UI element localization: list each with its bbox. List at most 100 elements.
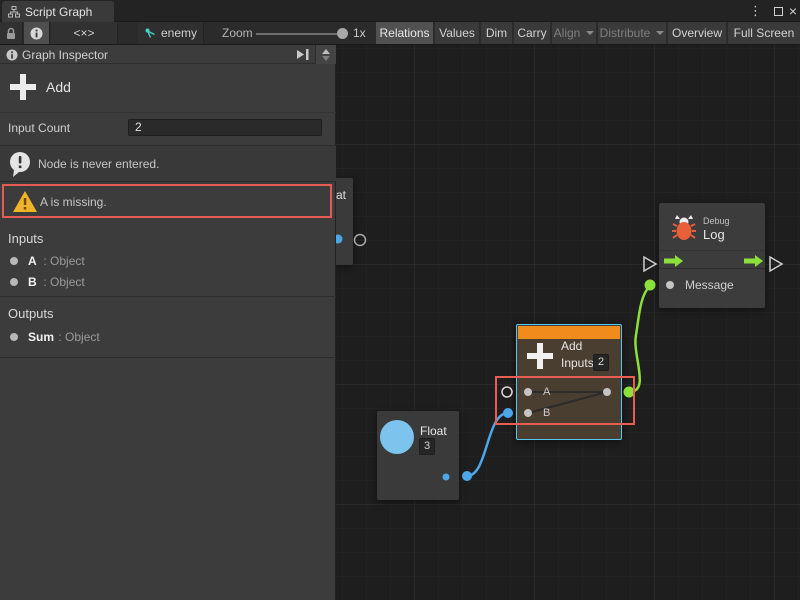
add-node-subtitle: Inputs (561, 356, 594, 370)
info-message-box: Node is never entered. (0, 145, 336, 182)
port-type-name: Object (50, 275, 85, 289)
wire-end-dot-debug[interactable] (645, 280, 656, 291)
values-label: Values (439, 26, 475, 40)
maximize-icon (774, 7, 783, 16)
overview-label: Overview (672, 26, 722, 40)
values-button[interactable]: Values (435, 22, 479, 44)
input-count-row: Input Count 2 (0, 119, 336, 137)
add-node-icon (10, 74, 36, 100)
partial-float-node[interactable]: at (336, 178, 353, 265)
port-type: : Object (55, 330, 100, 344)
graph-tab-icon (8, 6, 20, 18)
port-type-name: Object (50, 254, 85, 268)
distribute-label: Distribute (600, 26, 651, 40)
close-button[interactable]: × (789, 0, 797, 22)
port-type-name: Object (65, 330, 100, 344)
input-port-row-a: A : Object (0, 252, 336, 270)
maximize-button[interactable] (774, 0, 783, 22)
port-label-a: A (543, 386, 550, 398)
graph-inspector-panel: Graph Inspector Add Input Count 2 (0, 45, 336, 600)
zoom-slider-track[interactable] (256, 33, 344, 35)
warning-triangle-icon (12, 190, 38, 214)
tab-script-graph[interactable]: Script Graph (2, 1, 114, 22)
output-port-sum[interactable] (603, 388, 611, 396)
edit-script-button[interactable]: <×> (51, 22, 118, 44)
wire-start-dot[interactable] (462, 471, 472, 481)
float-value-badge[interactable]: 3 (419, 438, 435, 455)
panel-spinner[interactable] (315, 45, 336, 64)
dim-button[interactable]: Dim (481, 22, 512, 44)
port-name: Sum (28, 330, 54, 344)
toolbar: <×> enemy Zoom 1x Relations Values Dim C… (0, 22, 800, 45)
relations-label: Relations (379, 26, 429, 40)
zoom-label: Zoom (222, 22, 253, 44)
float-node-title: Float (420, 424, 447, 438)
flow-wire-add-to-debug[interactable] (629, 286, 650, 392)
window-menu-button[interactable]: ⋮ (749, 0, 762, 22)
tab-title: Script Graph (25, 5, 92, 19)
spin-up-icon (322, 49, 330, 54)
input-port-b[interactable] (524, 409, 532, 417)
dock-panel-icon[interactable] (296, 48, 310, 61)
port-name: B (28, 275, 37, 289)
inspector-toggle-button[interactable] (24, 22, 50, 44)
chevron-down-icon (586, 31, 594, 35)
relations-button[interactable]: Relations (376, 22, 433, 44)
value-wire-float-to-b[interactable] (467, 413, 508, 476)
zoom-slider-handle[interactable] (337, 28, 348, 39)
info-message: Node is never entered. (38, 157, 159, 171)
spin-down-icon (322, 56, 330, 61)
flow-out-arrow-icon[interactable] (744, 255, 763, 267)
message-port[interactable] (666, 281, 674, 289)
fullscreen-button[interactable]: Full Screen (728, 22, 800, 44)
distribute-dropdown[interactable]: Distribute (598, 22, 666, 44)
input-port-a[interactable] (524, 388, 532, 396)
flow-entry-triangle-icon (644, 257, 656, 271)
add-icon (527, 343, 553, 369)
port-separator: : (40, 254, 50, 268)
port-type: : Object (40, 275, 85, 289)
add-node-selected[interactable]: Add Inputs 2 A B (516, 324, 622, 440)
debug-log-node[interactable]: Debug Log Message (659, 203, 765, 308)
section-divider (0, 296, 336, 297)
unity-script-graph-window: Script Graph ⋮ × <×> (0, 0, 800, 600)
port-name: A (28, 254, 37, 268)
add-input-count-badge[interactable]: 2 (593, 354, 609, 371)
graph-reference-icon (144, 27, 157, 40)
input-port-row-b: B : Object (0, 273, 336, 291)
speech-bubble-exclamation-icon (8, 151, 35, 178)
inputs-heading: Inputs (8, 231, 43, 246)
warning-message: A is missing. (40, 195, 107, 209)
carry-button[interactable]: Carry (514, 22, 550, 44)
graph-name-label: enemy (161, 26, 197, 40)
add-node-title: Add (561, 339, 582, 353)
float-node[interactable]: Float 3 (377, 411, 459, 500)
flow-in-arrow-icon[interactable] (664, 255, 683, 267)
message-port-label: Message (685, 278, 734, 292)
align-dropdown[interactable]: Align (552, 22, 596, 44)
fullscreen-label: Full Screen (734, 26, 795, 40)
info-icon (30, 27, 43, 40)
output-port-row-sum: Sum : Object (0, 328, 336, 346)
overview-button[interactable]: Overview (668, 22, 726, 44)
flow-exit-triangle-icon (770, 257, 782, 271)
connections-overlay (336, 45, 800, 600)
graph-canvas[interactable]: at Float 3 Add Inputs 2 A B (336, 45, 800, 600)
input-count-field[interactable]: 2 (128, 119, 322, 136)
missing-connection-circle-a[interactable] (502, 387, 512, 397)
port-label-b: B (543, 407, 550, 419)
input-count-label: Input Count (8, 121, 70, 135)
carry-label: Carry (517, 26, 546, 40)
empty-connection-circle[interactable] (355, 235, 366, 246)
wire-end-dot-b[interactable] (503, 408, 513, 418)
dim-label: Dim (486, 26, 507, 40)
wire-start-dot-sum[interactable] (624, 387, 635, 398)
port-dot-icon (10, 257, 18, 265)
graph-reference-button[interactable]: enemy (138, 22, 204, 44)
section-divider (0, 357, 336, 358)
debug-node-ports (659, 203, 765, 308)
inspector-title: Graph Inspector (22, 48, 108, 62)
selected-node-header: Add (0, 64, 336, 113)
lock-button[interactable] (0, 22, 23, 44)
code-icon: <×> (73, 26, 94, 40)
